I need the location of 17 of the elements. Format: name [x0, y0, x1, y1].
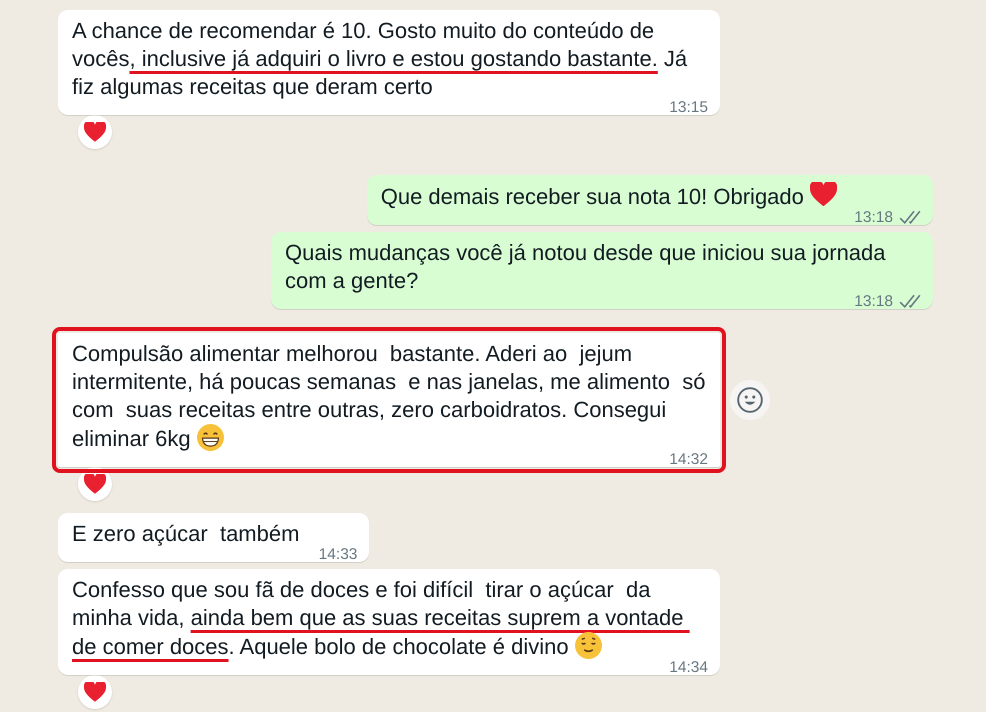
emoji-react-button[interactable]	[730, 380, 770, 420]
message-time: 13:18	[854, 210, 893, 224]
message-time: 14:34	[669, 661, 708, 674]
message-text: A chance de recomendar é 10. Gosto muito do conteúdo de vocês, inclusive já adquiri o livro e estou gostando bastante. Já fiz algumas receitas que deram certo	[72, 18, 688, 99]
message-text: Compulsão alimentar melhorou bastante. Aderi ao jejum intermitente, há poucas semanas e nas janelas, me alimento só com suas receitas entre outras, zero carboidratos. Consegui eliminar 6kg	[72, 341, 706, 451]
message-time: 13:18	[854, 294, 893, 308]
reaction-badge[interactable]	[78, 675, 112, 709]
message-text: E zero açúcar também	[72, 521, 300, 546]
smiley-icon	[737, 387, 763, 413]
message-text: Quais mudanças você já notou desde que iniciou sua jornada com a gente?	[285, 240, 887, 293]
message-time: 14:33	[318, 548, 358, 561]
message-text: Que demais receber sua nota 10! Obrigado	[380, 184, 805, 209]
reaction-badge[interactable]	[78, 467, 112, 501]
message-text: Confesso que sou fã de doces e foi difícil tirar o açúcar da minha vida, ainda bem que as suas receitas suprem a vontade de comer doces. Aquele bolo de chocolate é divino	[72, 577, 684, 659]
message-time: 13:15	[669, 101, 708, 114]
reaction-badge[interactable]	[78, 115, 112, 149]
message-time: 14:32	[669, 453, 708, 466]
